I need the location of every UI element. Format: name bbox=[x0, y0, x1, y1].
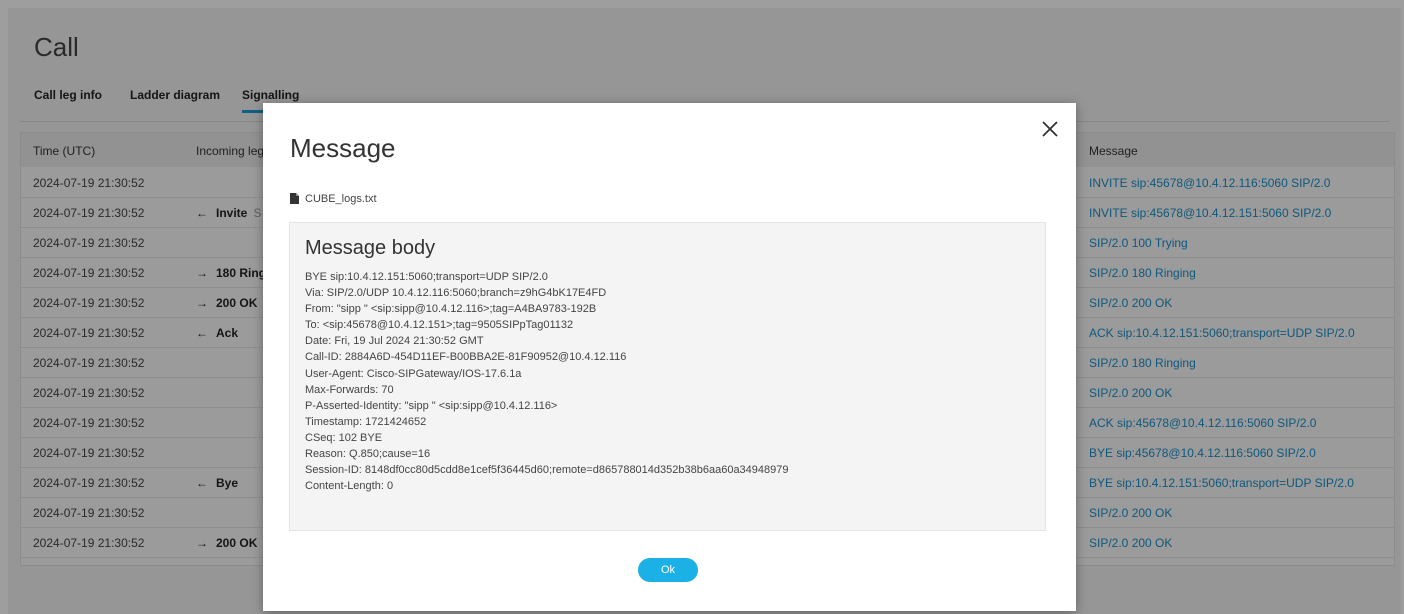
message-line: Content-Length: 0 bbox=[305, 480, 394, 493]
close-icon[interactable] bbox=[1039, 120, 1061, 142]
message-line: CSeq: 102 BYE bbox=[305, 431, 383, 444]
message-line: Timestamp: 1721424652 bbox=[305, 415, 427, 428]
message-line: Reason: Q.850;cause=16 bbox=[305, 448, 431, 461]
message-line: Max-Forwards: 70 bbox=[305, 383, 394, 396]
ok-button[interactable]: Ok bbox=[638, 558, 698, 582]
message-line: Date: Fri, 19 Jul 2024 21:30:52 GMT bbox=[305, 335, 484, 348]
message-line: Session-ID: 8148df0cc80d5cdd8e1cef5f3644… bbox=[305, 464, 789, 477]
message-line: From: "sipp " <sip:sipp@10.4.12.116>;tag… bbox=[305, 303, 597, 316]
message-line: P-Asserted-Identity: "sipp " <sip:sipp@1… bbox=[305, 399, 558, 412]
dialog-title: Message bbox=[290, 133, 396, 163]
message-line: BYE sip:10.4.12.151:5060;transport=UDP S… bbox=[305, 271, 548, 283]
message-line: User-Agent: Cisco-SIPGateway/IOS-17.6.1a bbox=[305, 367, 522, 380]
document-icon bbox=[290, 193, 299, 204]
message-line: Via: SIP/2.0/UDP 10.4.12.116:5060;branch… bbox=[305, 287, 607, 300]
message-line: Call-ID: 2884A6D-454D11EF-B00BBA2E-81F90… bbox=[305, 351, 627, 364]
message-body-text: BYE sip:10.4.12.151:5060;transport=UDP S… bbox=[305, 269, 789, 494]
file-link[interactable]: CUBE_logs.txt bbox=[290, 193, 377, 205]
message-body-panel: Message body BYE sip:10.4.12.151:5060;tr… bbox=[289, 222, 1046, 531]
message-line: To: <sip:45678@10.4.12.151>;tag=9505SIPp… bbox=[305, 319, 574, 332]
message-body-title: Message body bbox=[305, 237, 436, 259]
file-name: CUBE_logs.txt bbox=[305, 193, 377, 205]
message-dialog: Message CUBE_logs.txt Message body BYE s… bbox=[263, 103, 1076, 611]
